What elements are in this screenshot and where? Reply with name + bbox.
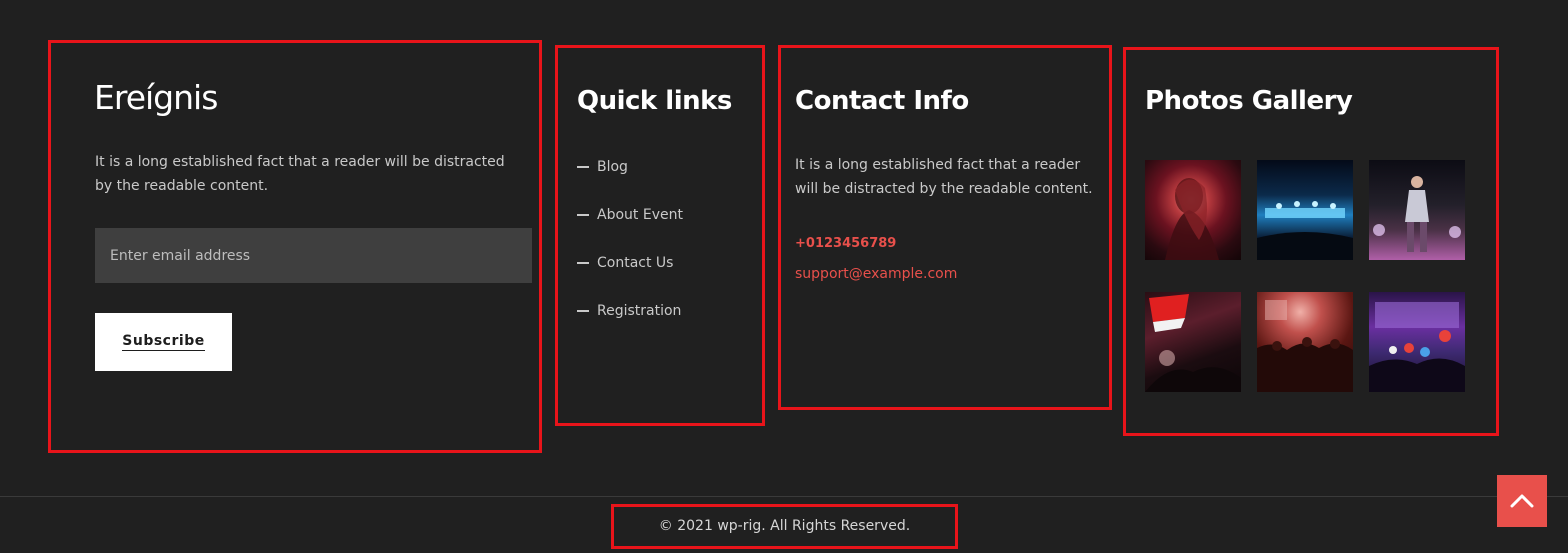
gallery-photo-3[interactable]: [1369, 160, 1465, 260]
subscribe-label: Subscribe: [122, 333, 205, 351]
dash-icon: [577, 262, 589, 264]
contact-description: It is a long established fact that a rea…: [795, 157, 1093, 197]
photos-gallery-title: Photos Gallery: [1145, 86, 1353, 116]
quick-link-contact-us[interactable]: Contact Us: [577, 252, 673, 274]
contact-phone-link[interactable]: +0123456789: [795, 236, 896, 251]
festival-crowd-purple-photo-icon: [1369, 302, 1465, 392]
site-logo[interactable]: Ereígnis: [94, 78, 218, 117]
quick-link-about-event[interactable]: About Event: [577, 204, 683, 226]
chevron-up-icon: [1510, 494, 1534, 508]
quick-links-title: Quick links: [577, 86, 732, 116]
gallery-photo-1[interactable]: [1145, 160, 1241, 260]
quick-link-label: Registration: [597, 303, 682, 319]
quick-link-label: About Event: [597, 207, 683, 223]
quick-link-registration[interactable]: Registration: [577, 300, 681, 322]
brand-description: It is a long established fact that a rea…: [95, 154, 505, 194]
dash-icon: [577, 166, 589, 168]
dash-icon: [577, 310, 589, 312]
concert-singer-red-photo-icon: [1165, 178, 1219, 260]
gallery-photo-6[interactable]: [1369, 292, 1465, 392]
dash-icon: [577, 214, 589, 216]
contact-info-title: Contact Info: [795, 86, 969, 116]
copyright-text: © 2021 wp-rig. All Rights Reserved.: [658, 518, 911, 534]
gallery-photo-4[interactable]: [1145, 292, 1241, 392]
contact-email-link[interactable]: support@example.com: [795, 266, 957, 282]
quick-link-label: Blog: [597, 159, 628, 175]
gallery-photo-5[interactable]: [1257, 292, 1353, 392]
concert-performer-stage-photo-icon: [1373, 176, 1461, 252]
back-to-top-button[interactable]: [1497, 475, 1547, 527]
email-input[interactable]: [95, 228, 532, 283]
concert-stage-blue-lights-photo-icon: [1257, 201, 1353, 260]
subscribe-button[interactable]: Subscribe: [95, 313, 232, 371]
footer-section: Ereígnis It is a long established fact t…: [0, 0, 1568, 553]
quick-link-label: Contact Us: [597, 255, 674, 271]
footer-divider: [0, 496, 1568, 497]
quick-link-blog[interactable]: Blog: [577, 156, 628, 178]
gallery-photo-2[interactable]: [1257, 160, 1353, 260]
crowd-flag-photo-icon: [1145, 294, 1241, 392]
crowd-red-light-photo-icon: [1257, 300, 1353, 392]
